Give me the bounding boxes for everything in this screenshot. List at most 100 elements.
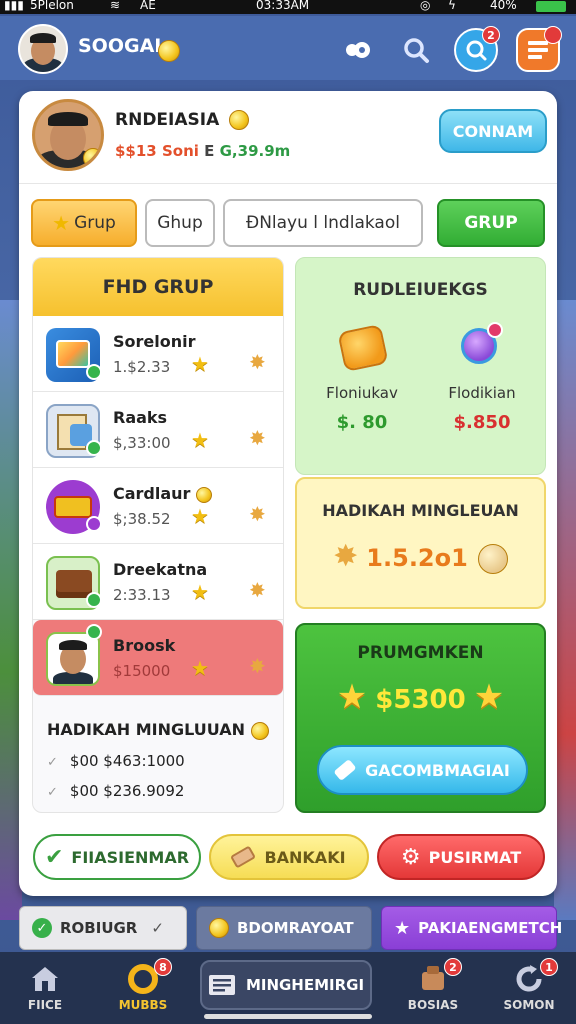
wifi-icon: ≋ bbox=[110, 0, 121, 12]
reward-item[interactable]: Floniukav $. 80 bbox=[312, 322, 412, 433]
quick-label: PAKIAENGMETCH bbox=[418, 919, 563, 937]
premium-button[interactable]: GACOMBMAGIAI bbox=[317, 745, 528, 795]
search-icon[interactable] bbox=[394, 28, 438, 72]
stat-separator: E bbox=[204, 142, 215, 160]
nav-label: FIICE bbox=[27, 998, 63, 1012]
list-item-selected[interactable]: Broosk $15000 ★ ✸ bbox=[33, 620, 283, 696]
footer-title-text: HADIKAH MINGLUUAN bbox=[47, 720, 246, 739]
reward-item[interactable]: Flodikian $.850 bbox=[432, 322, 532, 433]
star-icon: ★ bbox=[191, 352, 209, 376]
profile-stats: $$13 Soni E G,39.9m bbox=[115, 142, 290, 160]
nav-home[interactable]: FIICE bbox=[0, 952, 90, 1024]
star-icon: ★ bbox=[52, 211, 71, 235]
bank-button-label: BANKAKI bbox=[264, 847, 346, 867]
item-value: 1.$2.33 bbox=[113, 358, 171, 376]
item-title-text: Cardlaur bbox=[113, 484, 191, 503]
tab-ghup[interactable]: Ghup bbox=[145, 199, 215, 247]
quick-label: ROBIUGR bbox=[60, 919, 138, 937]
nav-bosias[interactable]: 2 BOSIAS bbox=[388, 952, 478, 1024]
settings-button[interactable]: ⚙ PUSIRMAT bbox=[377, 834, 545, 880]
pencil-icon bbox=[333, 758, 357, 782]
divider bbox=[19, 183, 557, 184]
item-title: Sorelonir bbox=[113, 332, 196, 351]
nav-label: SOMON bbox=[503, 998, 555, 1012]
nav-center-button[interactable]: MINGHEMIRGI bbox=[200, 960, 372, 1010]
leaf-icon: ✸ bbox=[249, 426, 266, 450]
reward-price: $.850 bbox=[453, 412, 511, 433]
status-badge bbox=[86, 624, 102, 640]
nav-badge: 1 bbox=[540, 958, 558, 976]
leaf-icon: ✸ bbox=[333, 539, 359, 574]
nav-badge: 2 bbox=[444, 958, 462, 976]
leaf-icon: ✸ bbox=[249, 350, 266, 374]
gift-icon bbox=[337, 322, 389, 373]
confirm-button[interactable]: ✔ FIIASIENMAR bbox=[33, 834, 201, 880]
nav-mubbs[interactable]: 8 MUBBS bbox=[98, 952, 188, 1024]
clock: 03:33AM bbox=[256, 0, 310, 12]
menu-icon[interactable] bbox=[516, 26, 562, 72]
battery-percent: 40% bbox=[490, 0, 517, 12]
premium-button-label: GACOMBMAGIAI bbox=[365, 760, 510, 780]
list-header: FHD GRUP bbox=[33, 258, 283, 316]
confirm-button-label: FIIASIENMAR bbox=[71, 847, 190, 867]
tab-grup-active[interactable]: ★ Grup bbox=[31, 199, 137, 247]
list-item[interactable]: Cardlaur $;38.52 ★ ✸ bbox=[33, 468, 283, 544]
nav-label: MUBBS bbox=[118, 998, 168, 1012]
premium-title: PRUMGMKEN bbox=[357, 643, 484, 663]
premium-value-text: $5300 bbox=[375, 685, 466, 715]
chat-icon[interactable]: 2 bbox=[454, 26, 500, 72]
item-title: Broosk bbox=[113, 636, 176, 655]
weekly-value: ✸ 1.5.2o1 bbox=[297, 539, 544, 574]
gain-text: G,39.9m bbox=[219, 142, 291, 160]
item-value: $;38.52 bbox=[113, 510, 171, 528]
nav-somon[interactable]: 1 SOMON bbox=[484, 952, 574, 1024]
reward-price: $. 80 bbox=[336, 412, 388, 433]
bank-button[interactable]: BANKAKI bbox=[209, 834, 369, 880]
leaf-icon: ✸ bbox=[249, 654, 266, 678]
item-title: Cardlaur bbox=[113, 484, 213, 503]
premium-value: ★ $5300 ★ bbox=[297, 677, 544, 717]
name-coin-icon bbox=[229, 110, 250, 130]
status-badge bbox=[86, 364, 102, 380]
toggle-icon[interactable] bbox=[340, 28, 376, 72]
coin-icon bbox=[209, 918, 229, 938]
list-item[interactable]: Dreekatna 2:33.13 ★ ✸ bbox=[33, 544, 283, 620]
footer-line-text: $00 $236.9092 bbox=[69, 781, 185, 800]
weekly-panel: HADIKAH MINGLEUAN ✸ 1.5.2o1 bbox=[295, 477, 546, 609]
leaf-icon: ✸ bbox=[249, 502, 266, 526]
footer-title: HADIKAH MINGLUUAN bbox=[47, 720, 269, 740]
star-icon: ★ bbox=[473, 677, 505, 717]
check-icon: ✓ bbox=[47, 754, 58, 770]
contact-button[interactable]: CONNAM bbox=[439, 109, 547, 153]
rewards-title: RUDLEIUEKGS bbox=[353, 280, 488, 300]
quick-robiugr[interactable]: ✓ ROBIUGR ✓ bbox=[19, 906, 187, 950]
user-avatar[interactable] bbox=[18, 24, 68, 74]
app-title: SOOGAI bbox=[78, 35, 162, 57]
weekly-value-text: 1.5.2o1 bbox=[366, 544, 468, 572]
status-badge bbox=[86, 440, 102, 456]
weekly-title: HADIKAH MINGLEUAN bbox=[322, 501, 519, 520]
eraser-icon bbox=[230, 845, 257, 869]
group-list-panel: FHD GRUP Sorelonir 1.$2.33 ★ ✸ Raaks $,3… bbox=[32, 257, 284, 813]
profile-name: RNDEIASIA bbox=[115, 110, 250, 130]
quick-pakiaengmetch[interactable]: ★ PAKIAENGMETCH bbox=[381, 906, 562, 950]
reward-label: Floniukav bbox=[326, 384, 398, 402]
star-icon: ★ bbox=[336, 677, 368, 717]
profile-avatar[interactable] bbox=[32, 99, 104, 171]
check-icon: ✓ bbox=[151, 919, 164, 937]
list-item[interactable]: Raaks $,33:00 ★ ✸ bbox=[33, 392, 283, 468]
item-value: $,33:00 bbox=[113, 434, 171, 452]
signal-icon: ▮▮▮ bbox=[4, 0, 24, 12]
profile-coin-icon bbox=[83, 148, 101, 168]
quick-bdomrayoat[interactable]: BDOMRAYOAT bbox=[196, 906, 372, 950]
tab-grup-green[interactable]: GRUP bbox=[437, 199, 545, 247]
balance-text: $$13 Soni bbox=[115, 142, 199, 160]
footer-line: ✓ $00 $236.9092 bbox=[47, 782, 269, 800]
tab-label: Grup bbox=[74, 213, 116, 233]
star-icon: ★ bbox=[394, 917, 411, 939]
tab-search-field[interactable]: ÐNlayu l lndlakaol bbox=[223, 199, 423, 247]
nav-label: BOSIAS bbox=[407, 998, 459, 1012]
home-indicator[interactable] bbox=[204, 1014, 372, 1019]
item-value: $15000 bbox=[113, 662, 171, 680]
list-item[interactable]: Sorelonir 1.$2.33 ★ ✸ bbox=[33, 316, 283, 392]
